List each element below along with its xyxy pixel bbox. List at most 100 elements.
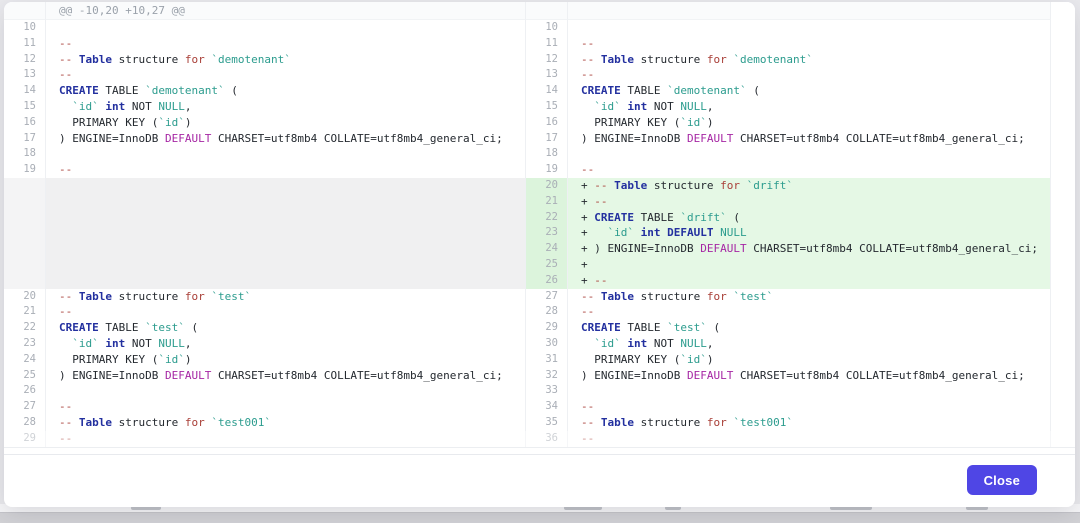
line-number-right: 10 — [526, 20, 568, 36]
added-line-marker: + — [581, 179, 594, 192]
line-number-right: 30 — [526, 336, 568, 352]
code-line-left: -- Table structure for `demotenant` — [46, 52, 526, 68]
line-number-right: 14 — [526, 83, 568, 99]
code-token: DEFAULT — [687, 369, 733, 382]
line-number-left: 18 — [4, 146, 46, 162]
code-token: `id` — [680, 353, 707, 366]
code-line-right: ) ENGINE=InnoDB DEFAULT CHARSET=utf8mb4 … — [568, 131, 1051, 147]
code-token: `test` — [145, 321, 185, 334]
line-number-left: 13 — [4, 67, 46, 83]
diff-row: 22CREATE TABLE `test` (29CREATE TABLE `t… — [4, 320, 1075, 336]
code-token: -- — [59, 416, 79, 429]
line-number-left: 11 — [4, 36, 46, 52]
code-token: CREATE — [59, 84, 99, 97]
code-token: ) ENGINE=InnoDB — [581, 132, 687, 145]
code-token: for — [185, 53, 205, 66]
code-token: TABLE — [621, 321, 667, 334]
code-token: ) ENGINE=InnoDB — [59, 369, 165, 382]
code-line-right: -- Table structure for `demotenant` — [568, 52, 1051, 68]
code-token: , — [707, 337, 714, 350]
diff-row: 26+ -- — [4, 273, 1075, 289]
code-token: `drift` — [747, 179, 793, 192]
code-token: CHARSET=utf8mb4 COLLATE=utf8mb4_general_… — [747, 242, 1038, 255]
code-token: -- — [581, 400, 594, 413]
code-line-right: -- Table structure for `test` — [568, 289, 1051, 305]
close-button[interactable]: Close — [967, 465, 1037, 495]
code-token: `drift` — [680, 211, 726, 224]
code-token: CHARSET=utf8mb4 COLLATE=utf8mb4_general_… — [733, 132, 1024, 145]
code-token: NOT — [647, 337, 680, 350]
code-token: `id` — [594, 337, 621, 350]
line-number-right: 35 — [526, 415, 568, 431]
code-line-left: -- — [46, 67, 526, 83]
code-token: ( — [185, 321, 198, 334]
code-token: for — [185, 290, 205, 303]
code-token: int — [627, 337, 647, 350]
code-token: CREATE — [59, 321, 99, 334]
diff-viewer[interactable]: @@ -10,20 +10,27 @@ 101011--11--12-- Tab… — [4, 2, 1075, 448]
line-number-left: 21 — [4, 304, 46, 320]
code-line-right: -- — [568, 162, 1051, 178]
code-token: -- — [581, 163, 594, 176]
diff-row: 28-- Table structure for `test001`35-- T… — [4, 415, 1075, 431]
diff-row: 17) ENGINE=InnoDB DEFAULT CHARSET=utf8mb… — [4, 131, 1075, 147]
hunk-header-right — [568, 2, 1051, 20]
code-token: `demotenant` — [145, 84, 224, 97]
code-token: PRIMARY KEY ( — [59, 353, 158, 366]
row-margin — [1051, 178, 1075, 194]
code-token: -- — [594, 179, 614, 192]
line-number-left: 12 — [4, 52, 46, 68]
code-line-right — [568, 20, 1051, 36]
code-token: -- — [594, 274, 607, 287]
code-token — [581, 337, 594, 350]
code-line-right: -- — [568, 431, 1051, 447]
code-token: `demotenant` — [211, 53, 290, 66]
code-line-left: -- Table structure for `test` — [46, 289, 526, 305]
row-margin — [1051, 320, 1075, 336]
code-line-left: -- — [46, 431, 526, 447]
code-token: ) ENGINE=InnoDB — [594, 242, 700, 255]
code-token: -- — [59, 37, 72, 50]
code-token: ) — [707, 353, 714, 366]
code-token: for — [185, 416, 205, 429]
row-margin — [1051, 225, 1075, 241]
code-token: Table — [79, 416, 112, 429]
line-number-right: 20 — [526, 178, 568, 194]
diff-row: 11--11-- — [4, 36, 1075, 52]
code-token: DEFAULT — [667, 226, 713, 239]
diff-row: 13--13-- — [4, 67, 1075, 83]
code-line-left: PRIMARY KEY (`id`) — [46, 352, 526, 368]
line-number-right: 34 — [526, 399, 568, 415]
code-token: int — [641, 226, 661, 239]
code-token: `demotenant` — [733, 53, 812, 66]
hunk-header-gutter-right — [526, 2, 568, 20]
code-line-right — [568, 383, 1051, 399]
code-token: NOT — [125, 100, 158, 113]
line-number-left — [4, 194, 46, 210]
code-token: DEFAULT — [687, 132, 733, 145]
row-margin — [1051, 352, 1075, 368]
code-token: NULL — [720, 226, 747, 239]
code-token: -- — [59, 400, 72, 413]
line-number-left: 26 — [4, 383, 46, 399]
code-token: int — [105, 100, 125, 113]
line-number-right: 24 — [526, 241, 568, 257]
diff-row: 1010 — [4, 20, 1075, 36]
added-line-marker: + — [581, 226, 594, 239]
row-margin — [1051, 83, 1075, 99]
code-token: ) ENGINE=InnoDB — [581, 369, 687, 382]
code-token: TABLE — [621, 84, 667, 97]
code-line-right: PRIMARY KEY (`id`) — [568, 115, 1051, 131]
line-number-left: 29 — [4, 431, 46, 447]
line-number-left — [4, 273, 46, 289]
line-number-right: 21 — [526, 194, 568, 210]
line-number-left: 23 — [4, 336, 46, 352]
code-line-right: + CREATE TABLE `drift` ( — [568, 210, 1051, 226]
code-token: NOT — [125, 337, 158, 350]
line-number-left: 16 — [4, 115, 46, 131]
line-number-right: 29 — [526, 320, 568, 336]
line-number-left: 14 — [4, 83, 46, 99]
code-token: -- — [59, 305, 72, 318]
row-margin — [1051, 67, 1075, 83]
code-token: Table — [79, 53, 112, 66]
